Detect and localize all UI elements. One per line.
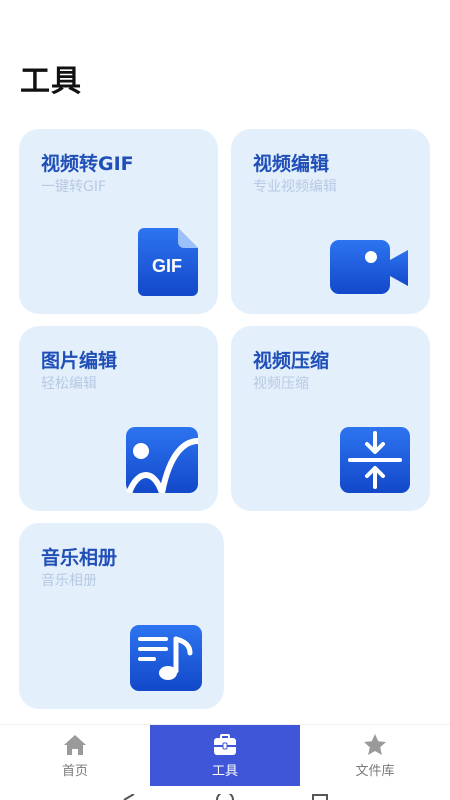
star-icon bbox=[364, 733, 386, 755]
music-album-icon bbox=[130, 625, 202, 691]
gif-label: GIF bbox=[152, 256, 182, 276]
tool-card-title: 图片编辑 bbox=[41, 350, 118, 372]
tab-label: 首页 bbox=[61, 763, 88, 779]
tool-card-music-album[interactable]: 音乐相册 音乐相册 bbox=[19, 523, 224, 709]
tab-label: 文件库 bbox=[355, 763, 395, 779]
tool-card-title: 视频编辑 bbox=[253, 153, 330, 175]
tool-card-subtitle: 轻松编辑 bbox=[41, 376, 97, 392]
tool-card-subtitle: 专业视频编辑 bbox=[253, 179, 337, 195]
tool-card-subtitle: 视频压缩 bbox=[253, 376, 309, 392]
tool-card-subtitle: 音乐相册 bbox=[41, 573, 97, 589]
tab-tools[interactable]: 工具 bbox=[150, 725, 300, 786]
tool-card-video-compress[interactable]: 视频压缩 视频压缩 bbox=[231, 326, 430, 511]
tab-files[interactable]: 文件库 bbox=[300, 725, 450, 786]
tab-label: 工具 bbox=[211, 763, 238, 779]
tool-card-video-to-gif[interactable]: 视频转GIF 一键转GIF GIF bbox=[19, 129, 218, 314]
home-icon bbox=[64, 734, 86, 755]
tool-card-image-edit[interactable]: 图片编辑 轻松编辑 bbox=[19, 326, 218, 511]
tool-card-title: 视频转GIF bbox=[41, 153, 134, 175]
tool-card-title: 视频压缩 bbox=[253, 350, 330, 372]
gif-file-icon: GIF bbox=[138, 228, 198, 296]
home-button-icon[interactable] bbox=[215, 794, 235, 800]
video-camera-icon bbox=[330, 240, 410, 296]
tool-card-subtitle: 一键转GIF bbox=[41, 179, 107, 195]
system-nav-bar bbox=[0, 786, 450, 800]
page-title: 工具 bbox=[20, 64, 82, 99]
tool-card-video-edit[interactable]: 视频编辑 专业视频编辑 bbox=[231, 129, 430, 314]
tool-card-title: 音乐相册 bbox=[41, 547, 118, 569]
bottom-tab-bar: 首页 工具 文件库 bbox=[0, 724, 450, 786]
image-icon bbox=[126, 427, 199, 495]
tab-home[interactable]: 首页 bbox=[0, 725, 150, 786]
recent-apps-icon[interactable] bbox=[312, 794, 328, 800]
compress-icon bbox=[340, 427, 410, 493]
toolbox-icon bbox=[214, 733, 236, 755]
back-icon[interactable] bbox=[122, 794, 136, 800]
